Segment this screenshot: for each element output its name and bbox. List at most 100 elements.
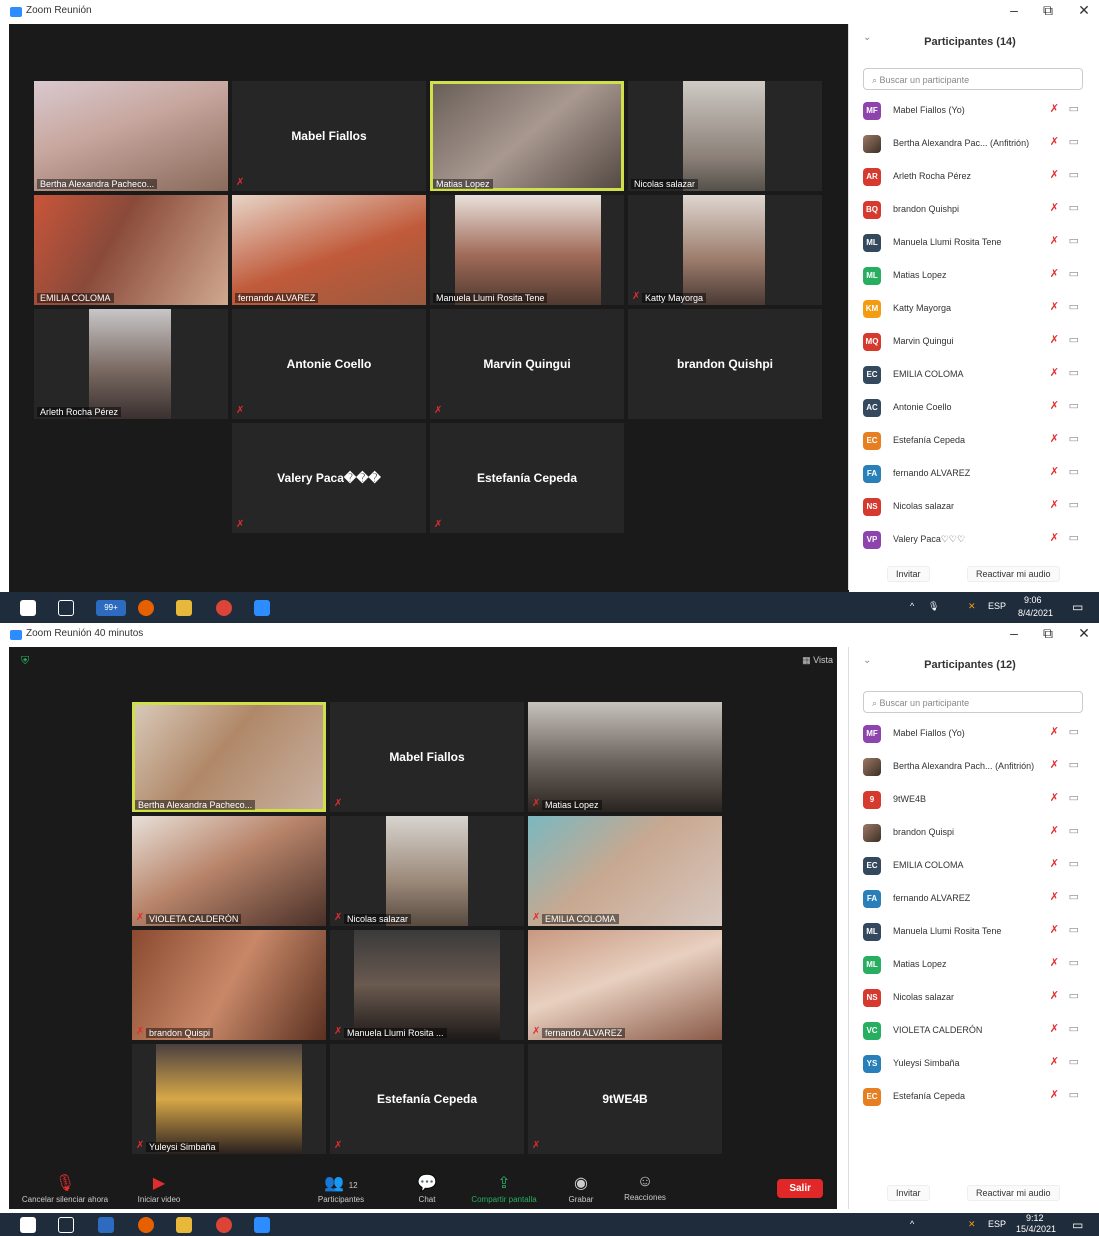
participant-row[interactable]: YS Yuleysi Simbaña ✗ ▭ <box>863 1047 1083 1080</box>
video-tile[interactable]: ✗ brandon Quispi <box>132 930 326 1040</box>
participant-row[interactable]: ML Manuela Llumi Rosita Tene ✗ ▭ <box>863 915 1083 948</box>
participant-row[interactable]: AR Arleth Rocha Pérez ✗ ▭ <box>863 160 1083 193</box>
video-tile-active-speaker[interactable]: Matias Lopez <box>430 81 624 191</box>
reactions-button[interactable]: ☺ Reacciones <box>615 1173 675 1202</box>
video-tile[interactable]: ✗ EMILIA COLOMA <box>528 816 722 926</box>
participant-row[interactable]: MQ Marvin Quingui ✗ ▭ <box>863 325 1083 358</box>
video-tile[interactable]: Bertha Alexandra Pacheco... <box>34 81 228 191</box>
chat-button[interactable]: 💬 Chat <box>407 1173 447 1204</box>
video-tile-active-speaker[interactable]: Bertha Alexandra Pacheco... <box>132 702 326 812</box>
video-tile[interactable]: Mabel Fiallos ✗ <box>330 702 524 812</box>
notifications-icon[interactable]: ▭ <box>1072 1218 1083 1232</box>
participant-row[interactable]: brandon Quispi ✗ ▭ <box>863 816 1083 849</box>
video-status-icon: ▭ <box>1068 532 1079 544</box>
video-tile[interactable]: Antonie Coello ✗ <box>232 309 426 419</box>
unmute-button[interactable]: 🎙 Cancelar silenciar ahora <box>15 1173 115 1204</box>
video-tile[interactable]: Estefanía Cepeda ✗ <box>430 423 624 533</box>
file-explorer-icon[interactable] <box>176 600 192 616</box>
participant-row[interactable]: AC Antonie Coello ✗ ▭ <box>863 391 1083 424</box>
shield-icon[interactable]: ⛨ <box>21 655 29 668</box>
participant-row[interactable]: MF Mabel Fiallos (Yo) ✗ ▭ <box>863 717 1083 750</box>
participant-row[interactable]: NS Nicolas salazar ✗ ▭ <box>863 981 1083 1014</box>
zoom-taskbar-icon[interactable] <box>254 600 270 616</box>
record-button[interactable]: ◉ Grabar <box>561 1173 601 1204</box>
participant-row[interactable]: EC Estefanía Cepeda ✗ ▭ <box>863 424 1083 457</box>
restore-button[interactable]: ⧉ <box>1038 2 1058 19</box>
close-button[interactable]: ✕ <box>1074 625 1094 642</box>
video-tile[interactable]: Marvin Quingui ✗ <box>430 309 624 419</box>
participant-search-input[interactable]: ⌕ Buscar un participante <box>863 691 1083 713</box>
participant-row[interactable]: EC EMILIA COLOMA ✗ ▭ <box>863 849 1083 882</box>
start-video-button[interactable]: ▶ Iniciar video <box>129 1173 189 1204</box>
video-tile[interactable]: EMILIA COLOMA <box>34 195 228 305</box>
close-button[interactable]: ✕ <box>1074 2 1094 19</box>
participant-row[interactable]: FA fernando ALVAREZ ✗ ▭ <box>863 457 1083 490</box>
leave-button[interactable]: Salir <box>777 1179 823 1198</box>
restore-button[interactable]: ⧉ <box>1038 625 1058 642</box>
video-tile[interactable]: Arleth Rocha Pérez <box>34 309 228 419</box>
minimize-button[interactable]: – <box>1004 625 1024 641</box>
invite-button[interactable]: Invitar <box>887 566 930 582</box>
task-view-icon[interactable] <box>58 1217 74 1233</box>
unmute-me-button[interactable]: Reactivar mi audio <box>967 566 1060 582</box>
participant-row[interactable]: KM Katty Mayorga ✗ ▭ <box>863 292 1083 325</box>
mail-badge[interactable]: 99+ <box>96 600 126 616</box>
muted-mic-icon: ✗ <box>136 912 145 923</box>
video-tile[interactable]: fernando ALVAREZ <box>232 195 426 305</box>
share-screen-button[interactable]: ⇪ Compartir pantalla <box>459 1173 549 1204</box>
participant-row[interactable]: EC EMILIA COLOMA ✗ ▭ <box>863 358 1083 391</box>
video-tile[interactable]: Mabel Fiallos ✗ <box>232 81 426 191</box>
firefox-icon[interactable] <box>138 1217 154 1233</box>
video-tile[interactable]: ✗ VIOLETA CALDERÓN <box>132 816 326 926</box>
notifications-icon[interactable]: ▭ <box>1072 600 1083 614</box>
chrome-icon[interactable] <box>216 600 232 616</box>
view-button[interactable]: ▦ Vista <box>802 655 833 666</box>
windows-start-icon[interactable] <box>20 1217 36 1233</box>
participant-row[interactable]: ML Matias Lopez ✗ ▭ <box>863 259 1083 292</box>
chrome-icon[interactable] <box>216 1217 232 1233</box>
video-tile[interactable]: ✗ Matias Lopez <box>528 702 722 812</box>
participant-row[interactable]: NS Nicolas salazar ✗ ▭ <box>863 490 1083 523</box>
windows-start-icon[interactable] <box>20 600 36 616</box>
video-tile[interactable]: 9tWE4B ✗ <box>528 1044 722 1154</box>
participant-search-input[interactable]: ⌕ Buscar un participante <box>863 68 1083 90</box>
participant-row[interactable]: Bertha Alexandra Pac... (Anfitrión) ✗ ▭ <box>863 127 1083 160</box>
video-tile[interactable]: ✗ Manuela Llumi Rosita ... <box>330 930 524 1040</box>
file-explorer-icon[interactable] <box>176 1217 192 1233</box>
video-tile[interactable]: brandon Quishpi <box>628 309 822 419</box>
participant-row[interactable]: 9 9tWE4B ✗ ▭ <box>863 783 1083 816</box>
video-tile[interactable]: ✗ Katty Mayorga <box>628 195 822 305</box>
video-tile[interactable]: ✗ Nicolas salazar <box>330 816 524 926</box>
video-status-icon: ▭ <box>1068 957 1079 969</box>
participant-row[interactable]: BQ brandon Quishpi ✗ ▭ <box>863 193 1083 226</box>
video-tile[interactable]: Estefanía Cepeda ✗ <box>330 1044 524 1154</box>
tray-chevron-icon[interactable]: ^ <box>910 601 914 611</box>
zoom-taskbar-icon[interactable] <box>254 1217 270 1233</box>
mic-status-icon: ✗ <box>1049 957 1059 969</box>
minimize-button[interactable]: – <box>1004 2 1024 18</box>
video-tile[interactable]: Manuela Llumi Rosita Tene <box>430 195 624 305</box>
participant-row[interactable]: VP Valery Paca♡♡♡ ✗ ▭ <box>863 523 1083 556</box>
video-status-icon: ▭ <box>1068 726 1079 738</box>
participant-row[interactable]: MF Mabel Fiallos (Yo) ✗ ▭ <box>863 94 1083 127</box>
video-tile[interactable]: Nicolas salazar <box>628 81 822 191</box>
language-indicator[interactable]: ESP <box>988 601 1006 611</box>
invite-button[interactable]: Invitar <box>887 1185 930 1201</box>
mail-icon[interactable] <box>98 1217 114 1233</box>
tray-chevron-icon[interactable]: ^ <box>910 1219 914 1229</box>
task-view-icon[interactable] <box>58 600 74 616</box>
firefox-icon[interactable] <box>138 600 154 616</box>
participants-button[interactable]: 👥 12 Participantes <box>309 1173 373 1204</box>
language-indicator[interactable]: ESP <box>988 1219 1006 1229</box>
video-tile[interactable]: ✗ Yuleysi Simbaña <box>132 1044 326 1154</box>
participant-row[interactable]: VC VIOLETA CALDERÓN ✗ ▭ <box>863 1014 1083 1047</box>
participant-row[interactable]: ML Manuela Llumi Rosita Tene ✗ ▭ <box>863 226 1083 259</box>
video-tile[interactable]: ✗ fernando ALVAREZ <box>528 930 722 1040</box>
unmute-me-button[interactable]: Reactivar mi audio <box>967 1185 1060 1201</box>
participant-row[interactable]: Bertha Alexandra Pach... (Anfitrión) ✗ ▭ <box>863 750 1083 783</box>
video-tile[interactable]: Valery Paca��� ✗ <box>232 423 426 533</box>
participant-row[interactable]: ML Matias Lopez ✗ ▭ <box>863 948 1083 981</box>
participant-avatar: KM <box>863 300 881 318</box>
participant-row[interactable]: FA fernando ALVAREZ ✗ ▭ <box>863 882 1083 915</box>
participant-row[interactable]: EC Estefanía Cepeda ✗ ▭ <box>863 1080 1083 1113</box>
